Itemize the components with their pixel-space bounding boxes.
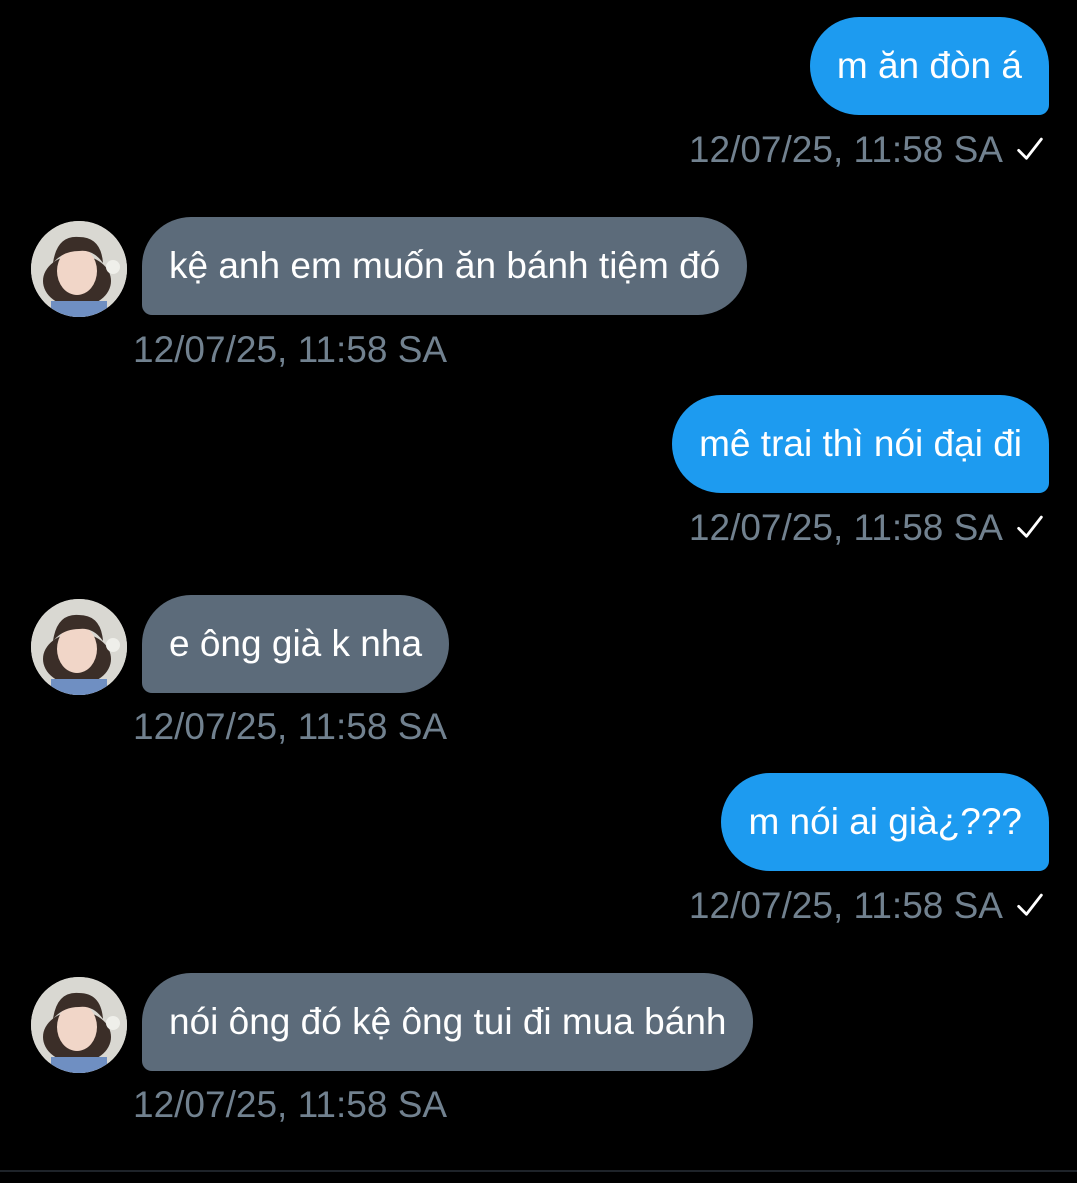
message-timestamp: 12/07/25, 11:58 SA [133,706,448,747]
sent-message-bubble[interactable]: mê trai thì nói đại đi [672,395,1049,493]
received-message-bubble[interactable]: e ông già k nha [142,595,450,693]
received-message-bubble[interactable]: kệ anh em muốn ăn bánh tiệm đó [142,217,748,315]
message-meta: 12/07/25, 11:58 SA [689,127,1047,173]
avatar[interactable] [31,599,127,695]
sent-message-bubble[interactable]: m ăn đòn á [809,17,1049,115]
message-timestamp: 12/07/25, 11:58 SA [133,1084,448,1125]
message-thread: m ăn đòn á 12/07/25, 11:58 SA kệ anh em … [0,0,1077,1183]
check-icon [1017,893,1043,916]
avatar-image [31,221,127,317]
message-timestamp: 12/07/25, 11:58 SA [688,885,1003,926]
avatar-image [31,977,127,1073]
message-timestamp: 12/07/25, 11:58 SA [133,329,448,370]
message-timestamp: 12/07/25, 11:58 SA [688,507,1003,548]
avatar-image [31,599,127,695]
sent-message-bubble[interactable]: m nói ai già¿??? [721,773,1049,871]
composer-divider [0,1170,1077,1172]
message-meta: 12/07/25, 11:58 SA [689,883,1047,929]
check-icon [1017,515,1043,538]
message-timestamp: 12/07/25, 11:58 SA [688,129,1003,170]
message-meta: 12/07/25, 11:58 SA [689,505,1047,551]
received-message-bubble[interactable]: nói ông đó kệ ông tui đi mua bánh [142,973,754,1071]
check-icon [1017,137,1043,160]
avatar[interactable] [31,977,127,1073]
avatar[interactable] [31,221,127,317]
